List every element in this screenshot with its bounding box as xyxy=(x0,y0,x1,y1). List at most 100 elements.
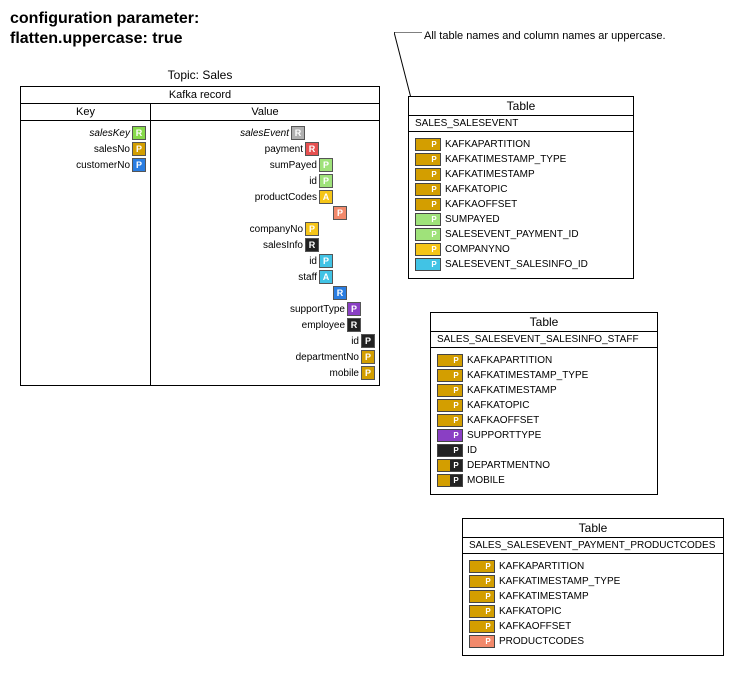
table-columns: PKAFKAPARTITIONPKAFKATIMESTAMP_TYPEPKAFK… xyxy=(463,554,723,655)
config-line-1: configuration parameter: xyxy=(10,10,736,28)
column-type-icon: P xyxy=(437,429,463,442)
column-row: PSUMPAYED xyxy=(415,212,627,226)
column-label: MOBILE xyxy=(467,475,505,486)
column-type-icon: P xyxy=(415,213,441,226)
column-row: P PRODUCTCODES xyxy=(469,634,717,648)
value-field-row: sumPayedP xyxy=(270,158,333,172)
type-box-icon: A xyxy=(319,270,333,284)
value-field-row: P xyxy=(331,206,347,220)
column-row: PKAFKATIMESTAMP xyxy=(437,383,651,397)
value-field-row: departmentNoP xyxy=(296,350,375,364)
column-type-icon: P xyxy=(437,444,463,457)
column-label: KAFKAPARTITION xyxy=(467,355,552,366)
column-label: PRODUCTCODES xyxy=(499,636,584,647)
type-box-icon: R xyxy=(305,142,319,156)
column-row: PKAFKAPARTITION xyxy=(437,353,651,367)
column-type-icon: P xyxy=(415,168,441,181)
column-label: KAFKAOFFSET xyxy=(445,199,517,210)
annotation-text: All table names and column names ar uppe… xyxy=(424,30,666,42)
column-row: P KAFKATOPIC xyxy=(437,398,651,412)
value-field-row: mobileP xyxy=(330,366,375,380)
type-box-icon: P xyxy=(132,142,146,156)
value-field-row: staffA xyxy=(298,270,333,284)
column-label: KAFKATOPIC xyxy=(467,400,529,411)
field-label: customerNo xyxy=(76,160,130,171)
column-label: KAFKAPARTITION xyxy=(499,561,584,572)
kafka-record-header: Kafka record xyxy=(21,87,380,104)
value-field-row: idP xyxy=(309,174,333,188)
column-type-icon: P xyxy=(437,459,463,472)
type-box-icon: P xyxy=(319,158,333,172)
type-box-icon: P xyxy=(361,334,375,348)
column-row: P ID xyxy=(437,443,651,457)
column-type-icon: P xyxy=(469,620,495,633)
column-label: KAFKATOPIC xyxy=(445,184,507,195)
key-field-row: salesNoP xyxy=(94,142,146,156)
field-label: staff xyxy=(298,272,317,283)
annotation-callout: All table names and column names ar uppe… xyxy=(424,30,666,42)
value-cell: salesEventRpaymentRsumPayedPidPproductCo… xyxy=(151,121,380,386)
type-box-icon: P xyxy=(333,206,347,220)
value-field-row: idP xyxy=(309,254,333,268)
column-label: KAFKATIMESTAMP xyxy=(445,169,535,180)
kafka-record-table: Kafka record Key Value salesKeyRsalesNoP… xyxy=(20,86,380,386)
key-header: Key xyxy=(21,104,151,121)
value-field-row: idP xyxy=(351,334,375,348)
field-label: productCodes xyxy=(255,192,317,203)
value-header: Value xyxy=(151,104,380,121)
column-type-icon: P xyxy=(415,138,441,151)
key-field-row: customerNoP xyxy=(76,158,146,172)
column-label: KAFKATIMESTAMP xyxy=(499,591,589,602)
type-box-icon: R xyxy=(132,126,146,140)
kafka-record-panel: Topic: Sales Kafka record Key Value sale… xyxy=(20,60,380,386)
column-label: KAFKAOFFSET xyxy=(499,621,571,632)
column-type-icon: P xyxy=(437,414,463,427)
column-type-icon: P xyxy=(437,399,463,412)
column-row: PKAFKAPARTITION xyxy=(415,137,627,151)
column-label: KAFKATIMESTAMP_TYPE xyxy=(467,370,588,381)
column-type-icon: P xyxy=(415,183,441,196)
value-field-row: productCodesA xyxy=(255,190,333,204)
column-label: SUPPORTTYPE xyxy=(467,430,541,441)
type-box-icon: A xyxy=(319,190,333,204)
column-label: SALESEVENT_PAYMENT_ID xyxy=(445,229,579,240)
column-label: ID xyxy=(467,445,477,456)
column-row: P COMPANYNO xyxy=(415,242,627,256)
column-row: PKAFKATOPIC xyxy=(469,604,717,618)
column-label: SALESEVENT_SALESINFO_ID xyxy=(445,259,588,270)
result-table: TableSALES_SALESEVENTPKAFKAPARTITIONPKAF… xyxy=(408,96,634,279)
column-type-icon: P xyxy=(437,474,463,487)
value-field-row: R xyxy=(331,286,347,300)
column-type-icon: P xyxy=(469,605,495,618)
column-row: P KAFKATIMESTAMP xyxy=(415,167,627,181)
value-field-row: salesInfoR xyxy=(263,238,319,252)
table-name: SALES_SALESEVENT_PAYMENT_PRODUCTCODES xyxy=(463,538,723,554)
field-label: supportType xyxy=(290,304,345,315)
topic-label: Topic: Sales xyxy=(20,68,380,82)
column-row: PKAFKATIMESTAMP_TYPE xyxy=(469,574,717,588)
field-label: departmentNo xyxy=(296,352,359,363)
table-name: SALES_SALESEVENT_SALESINFO_STAFF xyxy=(431,332,657,348)
column-label: COMPANYNO xyxy=(445,244,510,255)
column-row: P SUPPORTTYPE xyxy=(437,428,651,442)
column-type-icon: P xyxy=(469,590,495,603)
column-type-icon: P xyxy=(415,153,441,166)
value-field-row: supportTypeP xyxy=(290,302,361,316)
value-field-row: paymentR xyxy=(265,142,319,156)
column-row: PKAFKATIMESTAMP_TYPE xyxy=(415,152,627,166)
column-label: DEPARTMENTNO xyxy=(467,460,550,471)
field-label: payment xyxy=(265,144,303,155)
column-type-icon: P xyxy=(469,560,495,573)
column-type-icon: P xyxy=(469,635,495,648)
field-label: salesNo xyxy=(94,144,130,155)
type-box-icon: P xyxy=(305,222,319,236)
value-field-row: salesEventR xyxy=(240,126,305,140)
column-type-icon: P xyxy=(415,243,441,256)
field-label: companyNo xyxy=(250,224,303,235)
column-row: PKAFKAOFFSET xyxy=(437,413,651,427)
column-type-icon: P xyxy=(437,384,463,397)
table-title: Table xyxy=(463,519,723,538)
type-box-icon: P xyxy=(361,350,375,364)
type-box-icon: P xyxy=(319,174,333,188)
column-row: P MOBILE xyxy=(437,473,651,487)
